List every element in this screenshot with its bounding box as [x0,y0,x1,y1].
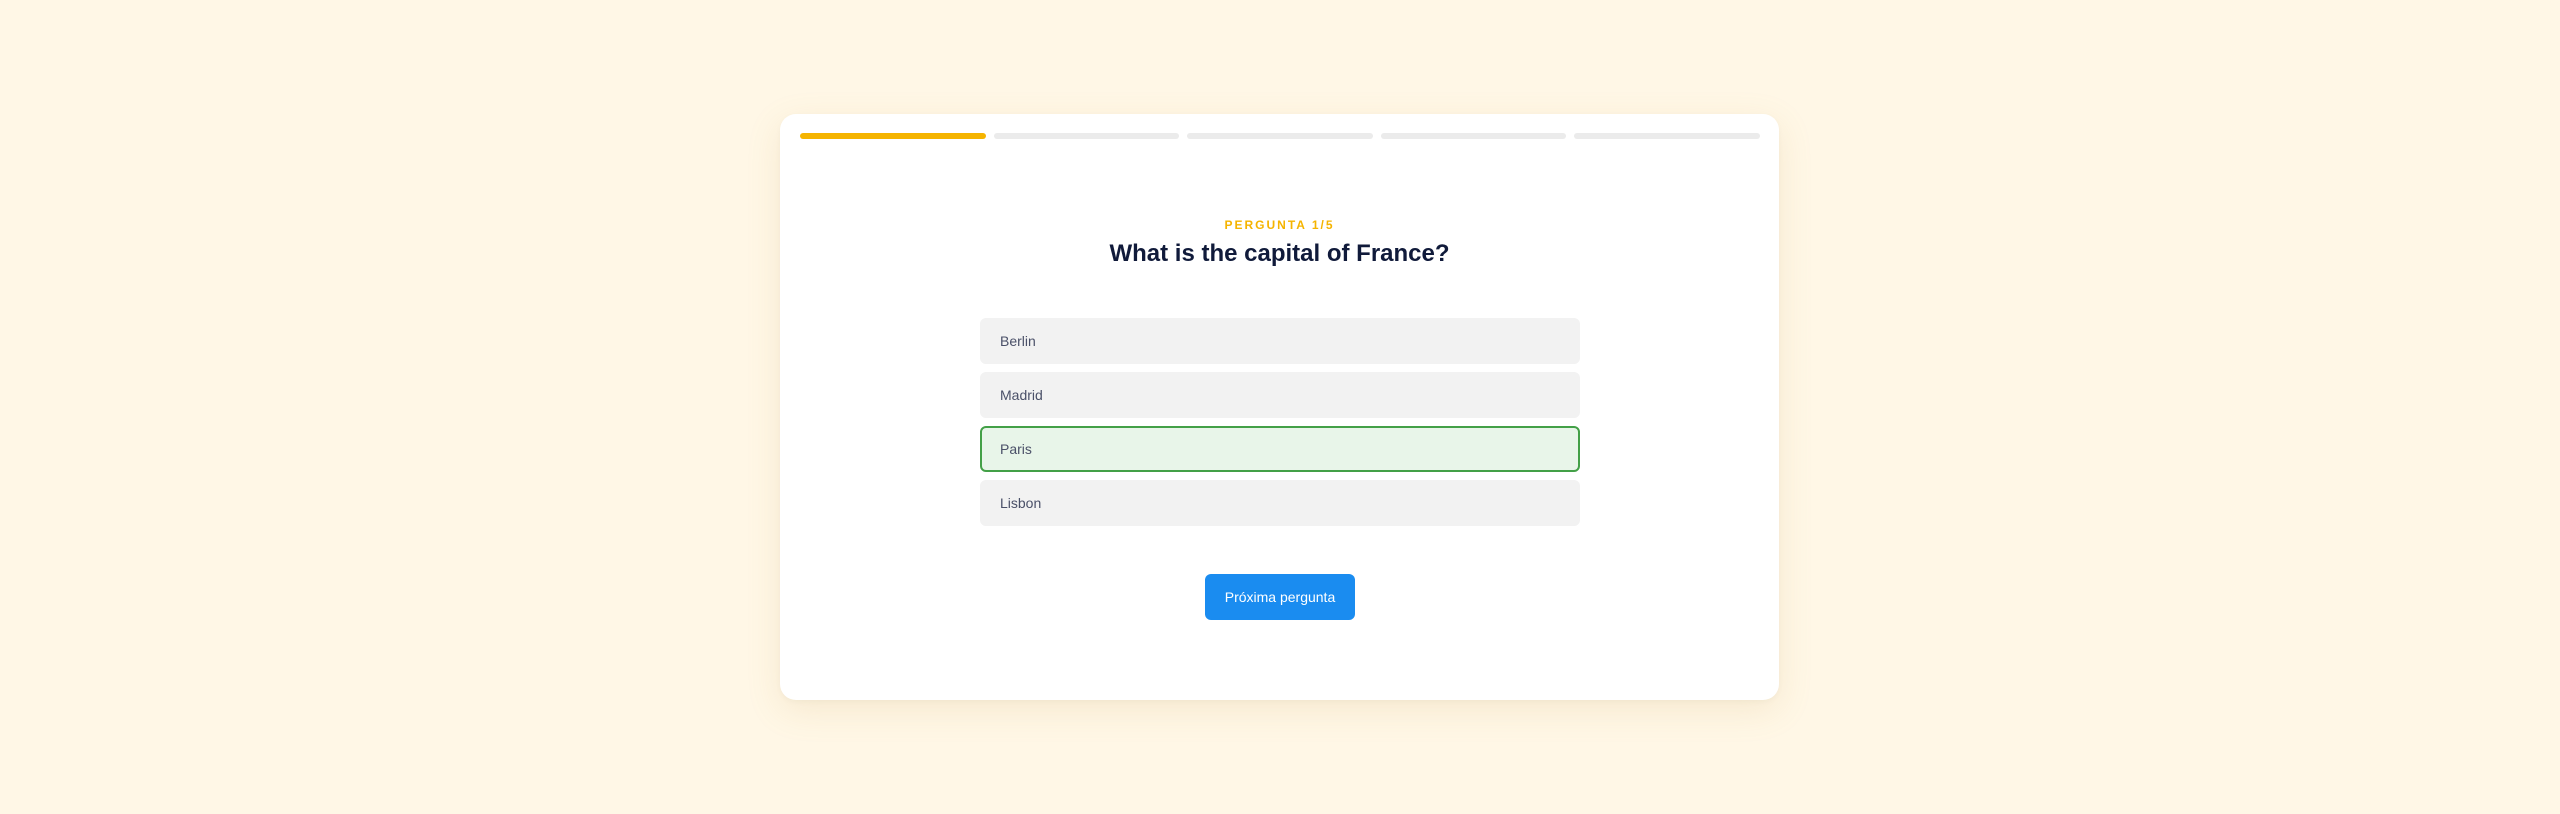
answer-option-label: Paris [1000,441,1032,457]
quiz-card: PERGUNTA 1/5 What is the capital of Fran… [780,114,1779,700]
question-title: What is the capital of France? [1109,240,1450,267]
progress-segment [1574,133,1760,139]
answer-option-label: Berlin [1000,333,1036,349]
progress-segment [993,133,1180,139]
answer-option-paris[interactable]: Paris [980,426,1580,472]
progress-bar [800,133,1760,139]
answer-option-label: Lisbon [1000,495,1042,511]
answer-option-label: Madrid [1000,387,1043,403]
question-counter: PERGUNTA 1/5 [1224,218,1335,232]
progress-segment [1187,133,1373,139]
progress-segment [800,133,986,139]
progress-segment [1380,133,1567,139]
answer-options: Berlin Madrid Paris Lisbon [980,318,1580,534]
answer-option-berlin[interactable]: Berlin [980,318,1580,364]
next-question-button[interactable]: Próxima pergunta [1205,574,1355,620]
answer-option-madrid[interactable]: Madrid [980,372,1580,418]
answer-option-lisbon[interactable]: Lisbon [980,480,1580,526]
